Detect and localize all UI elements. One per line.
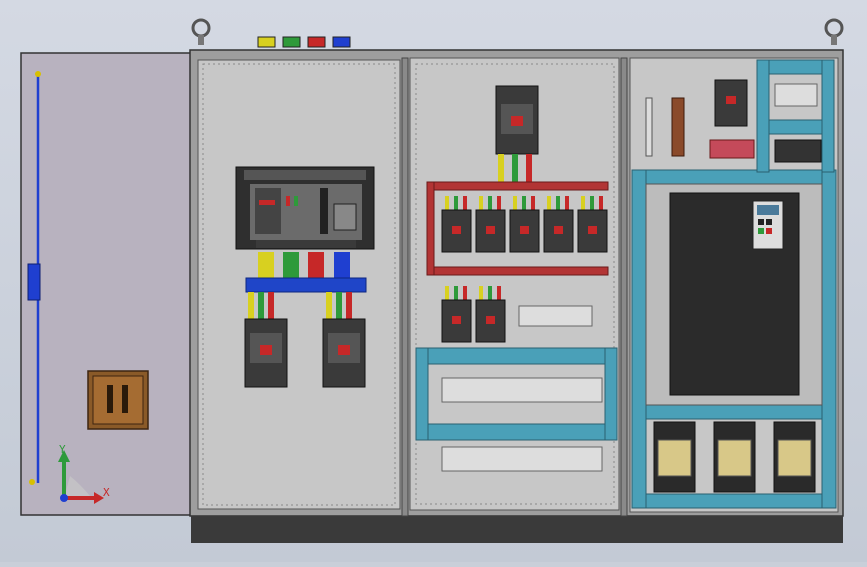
cable-yellow	[479, 286, 483, 300]
cad-viewport[interactable]: Y X	[0, 0, 867, 562]
phase-markers	[257, 36, 351, 48]
mccb-breaker-icon[interactable]	[441, 286, 472, 343]
cable-yellow	[479, 196, 483, 210]
mccb-breaker-icon[interactable]	[322, 318, 366, 388]
mccb-breaker-icon[interactable]	[495, 85, 539, 155]
cable-red	[463, 196, 467, 210]
cable-red	[599, 196, 603, 210]
cable-red	[565, 196, 569, 210]
lifting-eye-icon	[824, 18, 844, 45]
open-door	[20, 52, 194, 516]
cable-red	[531, 196, 535, 210]
cable-green	[522, 196, 526, 210]
cable-red	[463, 286, 467, 300]
mccb-breaker-icon[interactable]	[577, 196, 608, 253]
door-lock-box	[87, 370, 149, 430]
phase-marker	[307, 36, 326, 48]
terminal-block-icon	[441, 377, 603, 403]
contactor-label	[657, 439, 692, 477]
contactor-icon[interactable]	[713, 421, 756, 493]
door-handle-icon[interactable]	[27, 263, 41, 301]
axis-x-label: X	[103, 486, 110, 499]
phase-marker	[257, 36, 276, 48]
acb-breaker-icon[interactable]	[235, 166, 375, 250]
contactor-icon[interactable]	[653, 421, 696, 493]
cable-green	[556, 196, 560, 210]
cable-green	[488, 286, 492, 300]
mccb-breaker-icon[interactable]	[441, 196, 472, 253]
cable-green	[454, 286, 458, 300]
phase-marker	[282, 36, 301, 48]
cable-yellow	[513, 196, 517, 210]
cable-yellow	[445, 286, 449, 300]
breaker-toggle	[520, 226, 529, 234]
breaker-toggle	[452, 316, 461, 324]
mccb-breaker-icon[interactable]	[475, 286, 506, 343]
vfd-drive	[645, 183, 823, 406]
breaker-toggle	[486, 226, 495, 234]
busbar-red-top	[426, 181, 609, 191]
breaker-toggle	[588, 226, 597, 234]
section-distribution	[409, 57, 620, 511]
cable-green	[488, 196, 492, 210]
section-drive	[629, 57, 839, 513]
section-incoming	[197, 59, 401, 510]
phase-marker	[332, 36, 351, 48]
mccb-breaker-icon[interactable]	[543, 196, 574, 253]
cable-red	[497, 286, 501, 300]
terminal-block-icon	[774, 83, 818, 107]
contactor-label	[777, 439, 812, 477]
lifting-eye-icon	[191, 18, 211, 45]
mccb-breaker-icon[interactable]	[509, 196, 540, 253]
mccb-breaker-icon[interactable]	[714, 79, 748, 127]
cable-green	[590, 196, 594, 210]
axis-y-label: Y	[59, 443, 66, 456]
cable-green	[454, 196, 458, 210]
contactor-label	[717, 439, 752, 477]
terminal-block-icon	[774, 139, 822, 163]
cable-yellow	[547, 196, 551, 210]
breaker-toggle	[452, 226, 461, 234]
cable-red	[497, 196, 501, 210]
plinth	[191, 516, 843, 543]
breaker-toggle	[554, 226, 563, 234]
mccb-breaker-icon[interactable]	[475, 196, 506, 253]
busbar-red-bottom	[426, 266, 609, 276]
breaker-toggle	[486, 316, 495, 324]
contactor-icon[interactable]	[773, 421, 816, 493]
terminal-block-icon	[441, 446, 603, 472]
cable-yellow	[445, 196, 449, 210]
cabinet-scene: Y X	[20, 18, 844, 543]
mccb-breaker-icon[interactable]	[244, 318, 288, 388]
vfd-keypad-icon[interactable]	[752, 200, 784, 250]
cable-yellow	[581, 196, 585, 210]
terminal-block-icon	[518, 305, 593, 327]
